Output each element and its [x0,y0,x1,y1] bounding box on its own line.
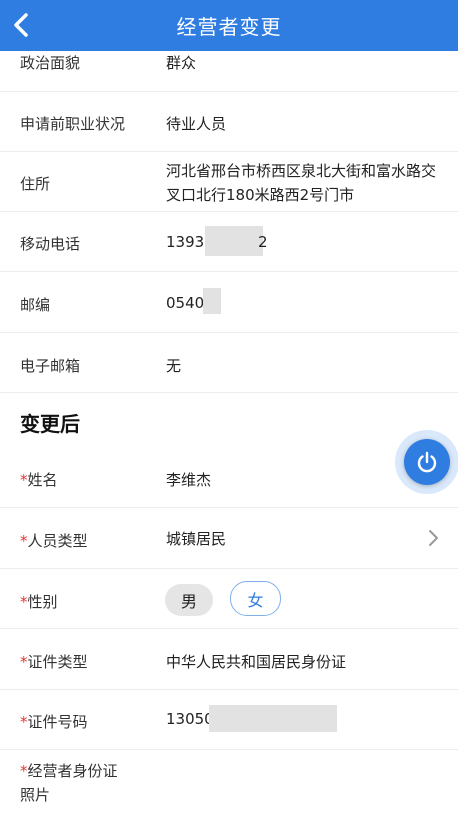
field-label: 移动电话 [20,235,81,253]
redacted-blur [205,226,263,256]
id-type-value: 中华人民共和国居民身份证 [166,653,347,671]
field-label: *人员类型 [20,530,88,551]
field-label: *性别 [20,591,58,612]
field-label: 电子邮箱 [20,357,81,375]
row-address: 住所 河北省邢台市桥西区泉北大街和富水路交 叉口北行180米路西2号门市 [0,152,458,212]
row-postal-code: 邮编 0540 [0,272,458,333]
required-star: * [20,593,28,611]
field-label-line-2: 照片 [20,786,51,804]
id-number-value: 13050 [166,710,214,728]
row-gender: *性别 [0,569,458,629]
label-text: 人员类型 [27,532,88,550]
address-line-1: 河北省邢台市桥西区泉北大街和富水路交 [166,162,437,180]
address-line-2: 叉口北行180米路西2号门市 [166,186,355,204]
name-value: 李维杰 [166,471,212,489]
power-icon [417,451,437,473]
required-star: * [20,532,28,550]
label-text: 姓名 [27,471,58,489]
row-email: 电子邮箱 无 [0,333,458,393]
field-label: 邮编 [20,296,51,314]
field-label: *证件类型 [20,651,88,672]
field-value: 无 [166,357,182,375]
back-icon[interactable] [8,10,36,40]
label-text: 证件类型 [27,653,88,671]
row-name[interactable]: *姓名 李维杰 [0,448,458,508]
row-political-status: 政治面貌 群众 [0,51,458,92]
gender-option-female[interactable]: 女 [230,581,281,616]
phone-end: 2 [258,233,268,251]
redacted-blur [203,288,221,314]
row-prior-occupation: 申请前职业状况 待业人员 [0,92,458,152]
chevron-right-icon[interactable] [426,528,442,548]
redacted-blur [209,705,337,732]
row-person-type[interactable]: *人员类型 城镇居民 [0,508,458,569]
power-button-core[interactable] [404,439,450,485]
label-text: 经营者身份证 [27,762,118,780]
label-text: 证件号码 [27,713,88,731]
field-value: 群众 [166,54,197,72]
phone-start: 1393 [166,233,205,251]
row-mobile-phone: 移动电话 1393 2 [0,212,458,272]
required-star: * [20,762,28,780]
field-value: 0540 [166,294,205,312]
field-label: 住所 [20,175,51,193]
required-star: * [20,471,28,489]
row-id-photo[interactable]: *经营者身份证 照片 [0,750,458,820]
label-text: 性别 [27,593,58,611]
app-header: 经营者变更 [0,0,458,51]
required-star: * [20,713,28,731]
field-label: *经营者身份证 [20,760,118,781]
field-label: *证件号码 [20,711,88,732]
field-value: 待业人员 [166,115,227,133]
required-star: * [20,653,28,671]
section-title: 变更后 [20,412,80,436]
row-id-type[interactable]: *证件类型 中华人民共和国居民身份证 [0,629,458,690]
gender-option-male[interactable]: 男 [165,584,213,616]
field-label: 政治面貌 [20,54,81,72]
row-id-number[interactable]: *证件号码 13050 [0,690,458,750]
field-label: 申请前职业状况 [20,115,126,133]
person-type-value: 城镇居民 [166,530,227,548]
page-title: 经营者变更 [176,15,282,39]
floating-power-button[interactable] [395,430,458,494]
field-label: *姓名 [20,469,58,490]
